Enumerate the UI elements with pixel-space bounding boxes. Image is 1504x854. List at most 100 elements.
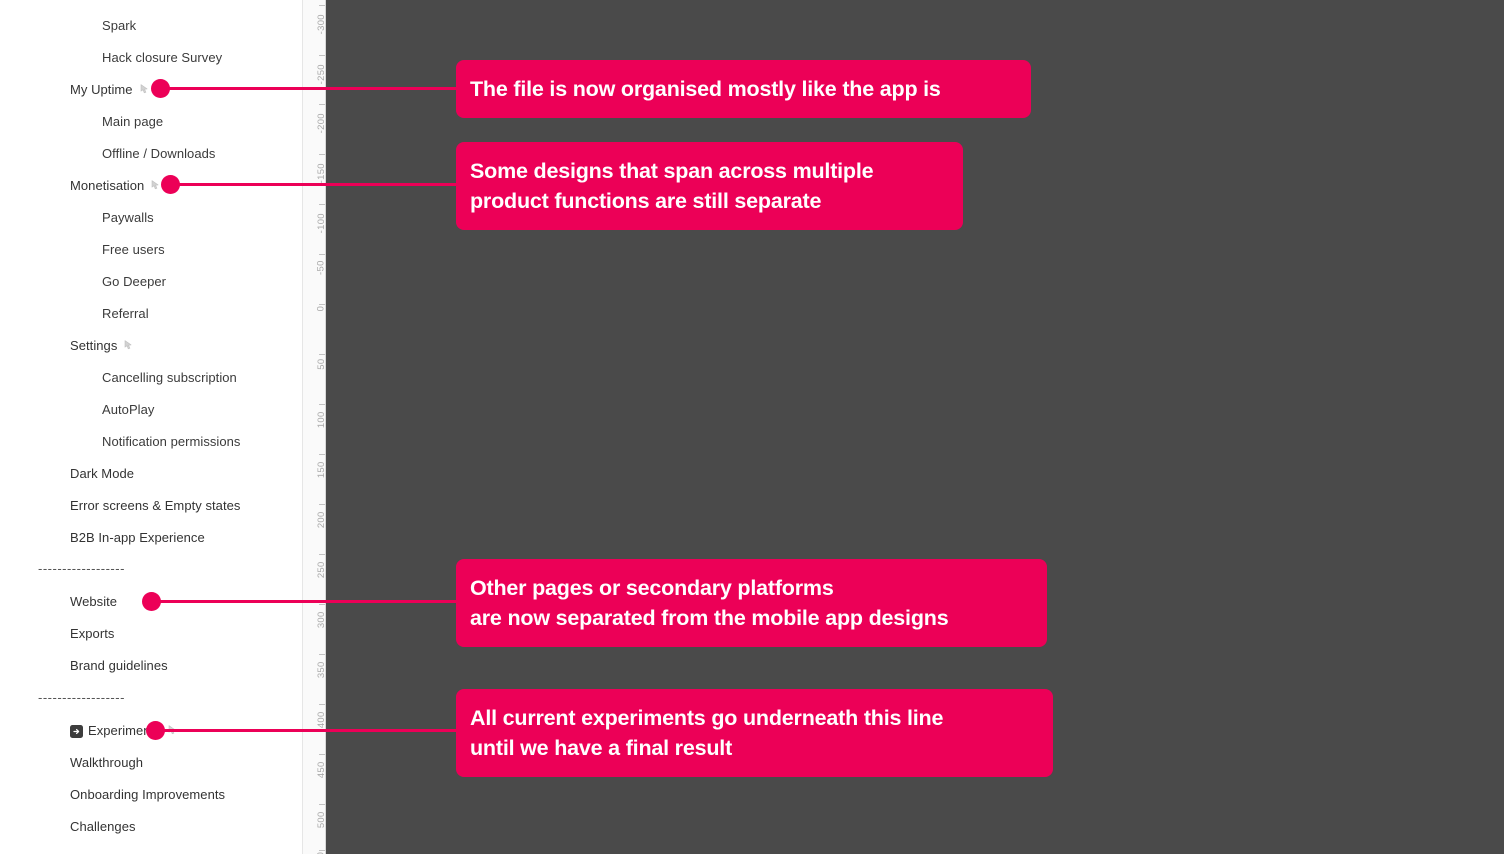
layer-row[interactable]: Hack closure Survey xyxy=(102,49,222,67)
layer-label: AutoPlay xyxy=(102,402,155,417)
layer-label: Hack closure Survey xyxy=(102,50,223,65)
layer-divider[interactable]: ------------------ xyxy=(38,561,125,577)
annotation-line: Other pages or secondary platforms xyxy=(470,576,834,600)
ruler-tick-label: 0 xyxy=(316,305,327,312)
ruler-tick xyxy=(319,404,325,405)
ruler-tick xyxy=(319,154,325,155)
layer-label: Dark Mode xyxy=(70,466,135,481)
ruler-tick xyxy=(319,804,325,805)
ruler-tick-label: 400 xyxy=(316,711,327,729)
layer-row[interactable]: Website xyxy=(70,593,117,611)
layer-row[interactable]: Walkthrough xyxy=(70,754,143,772)
annotation-leader-line xyxy=(170,183,456,186)
layer-label: Go Deeper xyxy=(102,274,167,289)
ruler-tick-label: 300 xyxy=(316,611,327,629)
layer-label: Main page xyxy=(102,114,164,129)
annotation-callout[interactable]: All current experiments go underneath th… xyxy=(456,689,1053,777)
layer-label: Cancelling subscription xyxy=(102,370,237,385)
ruler-tick xyxy=(319,504,325,505)
layer-label: Paywalls xyxy=(102,210,154,225)
layer-label: Onboarding Improvements xyxy=(70,787,226,802)
layer-label: Settings xyxy=(70,338,118,353)
ruler-tick-label: -200 xyxy=(316,113,327,134)
layer-label: Referral xyxy=(102,306,149,321)
ruler-tick-label: 250 xyxy=(316,561,327,579)
annotation-line: are now separated from the mobile app de… xyxy=(470,606,949,630)
layer-label: Challenges xyxy=(70,819,136,834)
ruler-tick-label: 150 xyxy=(316,461,327,479)
annotation-leader-line xyxy=(155,729,456,732)
layer-label: Exports xyxy=(70,626,115,641)
vertical-ruler[interactable]: -300 -250 -200 -150 -100 -50 0 50 100 150 200 250 30… xyxy=(302,0,327,854)
ruler-tick-label: -50 xyxy=(316,260,327,275)
ruler-tick-label: 500 xyxy=(316,811,327,829)
layer-label: Website xyxy=(70,594,118,609)
ruler-tick-label: 200 xyxy=(316,511,327,529)
layer-row[interactable]: Error screens & Empty states xyxy=(70,497,240,515)
ruler-tick xyxy=(319,704,325,705)
layer-row[interactable]: Go Deeper xyxy=(102,273,166,291)
ruler-tick-label: -150 xyxy=(316,163,327,184)
annotation-leader-line xyxy=(151,600,456,603)
layer-row[interactable]: Paywalls xyxy=(102,209,154,227)
layer-row[interactable]: Spark xyxy=(102,17,136,35)
figma-file-view: Spark Hack closure Survey My Uptime Main pa… xyxy=(0,0,1504,854)
instance-icon xyxy=(70,724,83,738)
annotation-leader-line xyxy=(160,87,456,90)
layer-label: B2B In-app Experience xyxy=(70,530,205,545)
ruler-tick xyxy=(319,104,325,105)
layer-row[interactable]: Exports xyxy=(70,625,114,643)
annotation-line: All current experiments go underneath th… xyxy=(470,706,944,730)
layer-row[interactable]: Offline / Downloads xyxy=(102,145,215,163)
layer-row[interactable]: Brand guidelines xyxy=(70,657,168,675)
layer-row[interactable]: Settings xyxy=(70,337,135,355)
cursor-glyph-icon xyxy=(140,84,151,98)
ruler-tick xyxy=(319,454,325,455)
layer-row[interactable]: Dark Mode xyxy=(70,465,134,483)
layer-row[interactable]: Free users xyxy=(102,241,165,259)
ruler-tick-label: -300 xyxy=(316,14,327,35)
annotation-line: product functions are still separate xyxy=(470,189,822,213)
ruler-tick-label: 450 xyxy=(316,761,327,779)
layer-label: Error screens & Empty states xyxy=(70,498,241,513)
ruler-tick-label: 100 xyxy=(316,411,327,429)
layer-row[interactable]: B2B In-app Experience xyxy=(70,529,205,547)
ruler-tick xyxy=(319,654,325,655)
ruler-tick-label: -250 xyxy=(316,64,327,85)
annotation-callout[interactable]: Some designs that span across multiple pr… xyxy=(456,142,963,230)
ruler-tick xyxy=(319,5,325,6)
annotation-callout[interactable]: Other pages or secondary platforms are no… xyxy=(456,559,1047,647)
annotation-line: until we have a final result xyxy=(470,736,733,760)
layer-label: My Uptime xyxy=(70,82,133,97)
layer-row[interactable]: Main page xyxy=(102,113,163,131)
ruler-tick xyxy=(319,55,325,56)
annotation-line: The file is now organised mostly like th… xyxy=(470,77,941,101)
ruler-tick xyxy=(319,554,325,555)
layer-row[interactable]: Cancelling subscription xyxy=(102,369,237,387)
layer-row[interactable]: Monetisation xyxy=(70,177,162,195)
ruler-tick-label: -100 xyxy=(316,213,327,234)
ruler-tick xyxy=(319,604,325,605)
ruler-tick xyxy=(319,754,325,755)
ruler-tick-label: 350 xyxy=(316,661,327,679)
layer-divider[interactable]: ------------------ xyxy=(38,690,125,706)
layer-row[interactable]: Referral xyxy=(102,305,149,323)
layer-label: Walkthrough xyxy=(70,755,144,770)
layer-row[interactable]: Onboarding Improvements xyxy=(70,786,225,804)
layer-row[interactable]: My Uptime xyxy=(70,81,151,99)
layer-label: Notification permissions xyxy=(102,434,241,449)
layer-row[interactable]: Challenges xyxy=(70,818,136,836)
ruler-tick-label: 50 xyxy=(316,358,327,370)
cursor-glyph-icon xyxy=(124,340,135,354)
ruler-tick xyxy=(319,254,325,255)
layer-row[interactable]: AutoPlay xyxy=(102,401,154,419)
layer-label: Offline / Downloads xyxy=(102,146,216,161)
layer-label: Brand guidelines xyxy=(70,658,168,673)
annotation-callout[interactable]: The file is now organised mostly like th… xyxy=(456,60,1031,118)
ruler-tick xyxy=(319,204,325,205)
ruler-tick xyxy=(319,354,325,355)
layer-row[interactable]: Notification permissions xyxy=(102,433,240,451)
layer-label: Free users xyxy=(102,242,165,257)
layer-label: Spark xyxy=(102,18,137,33)
cursor-glyph-icon xyxy=(168,725,179,739)
